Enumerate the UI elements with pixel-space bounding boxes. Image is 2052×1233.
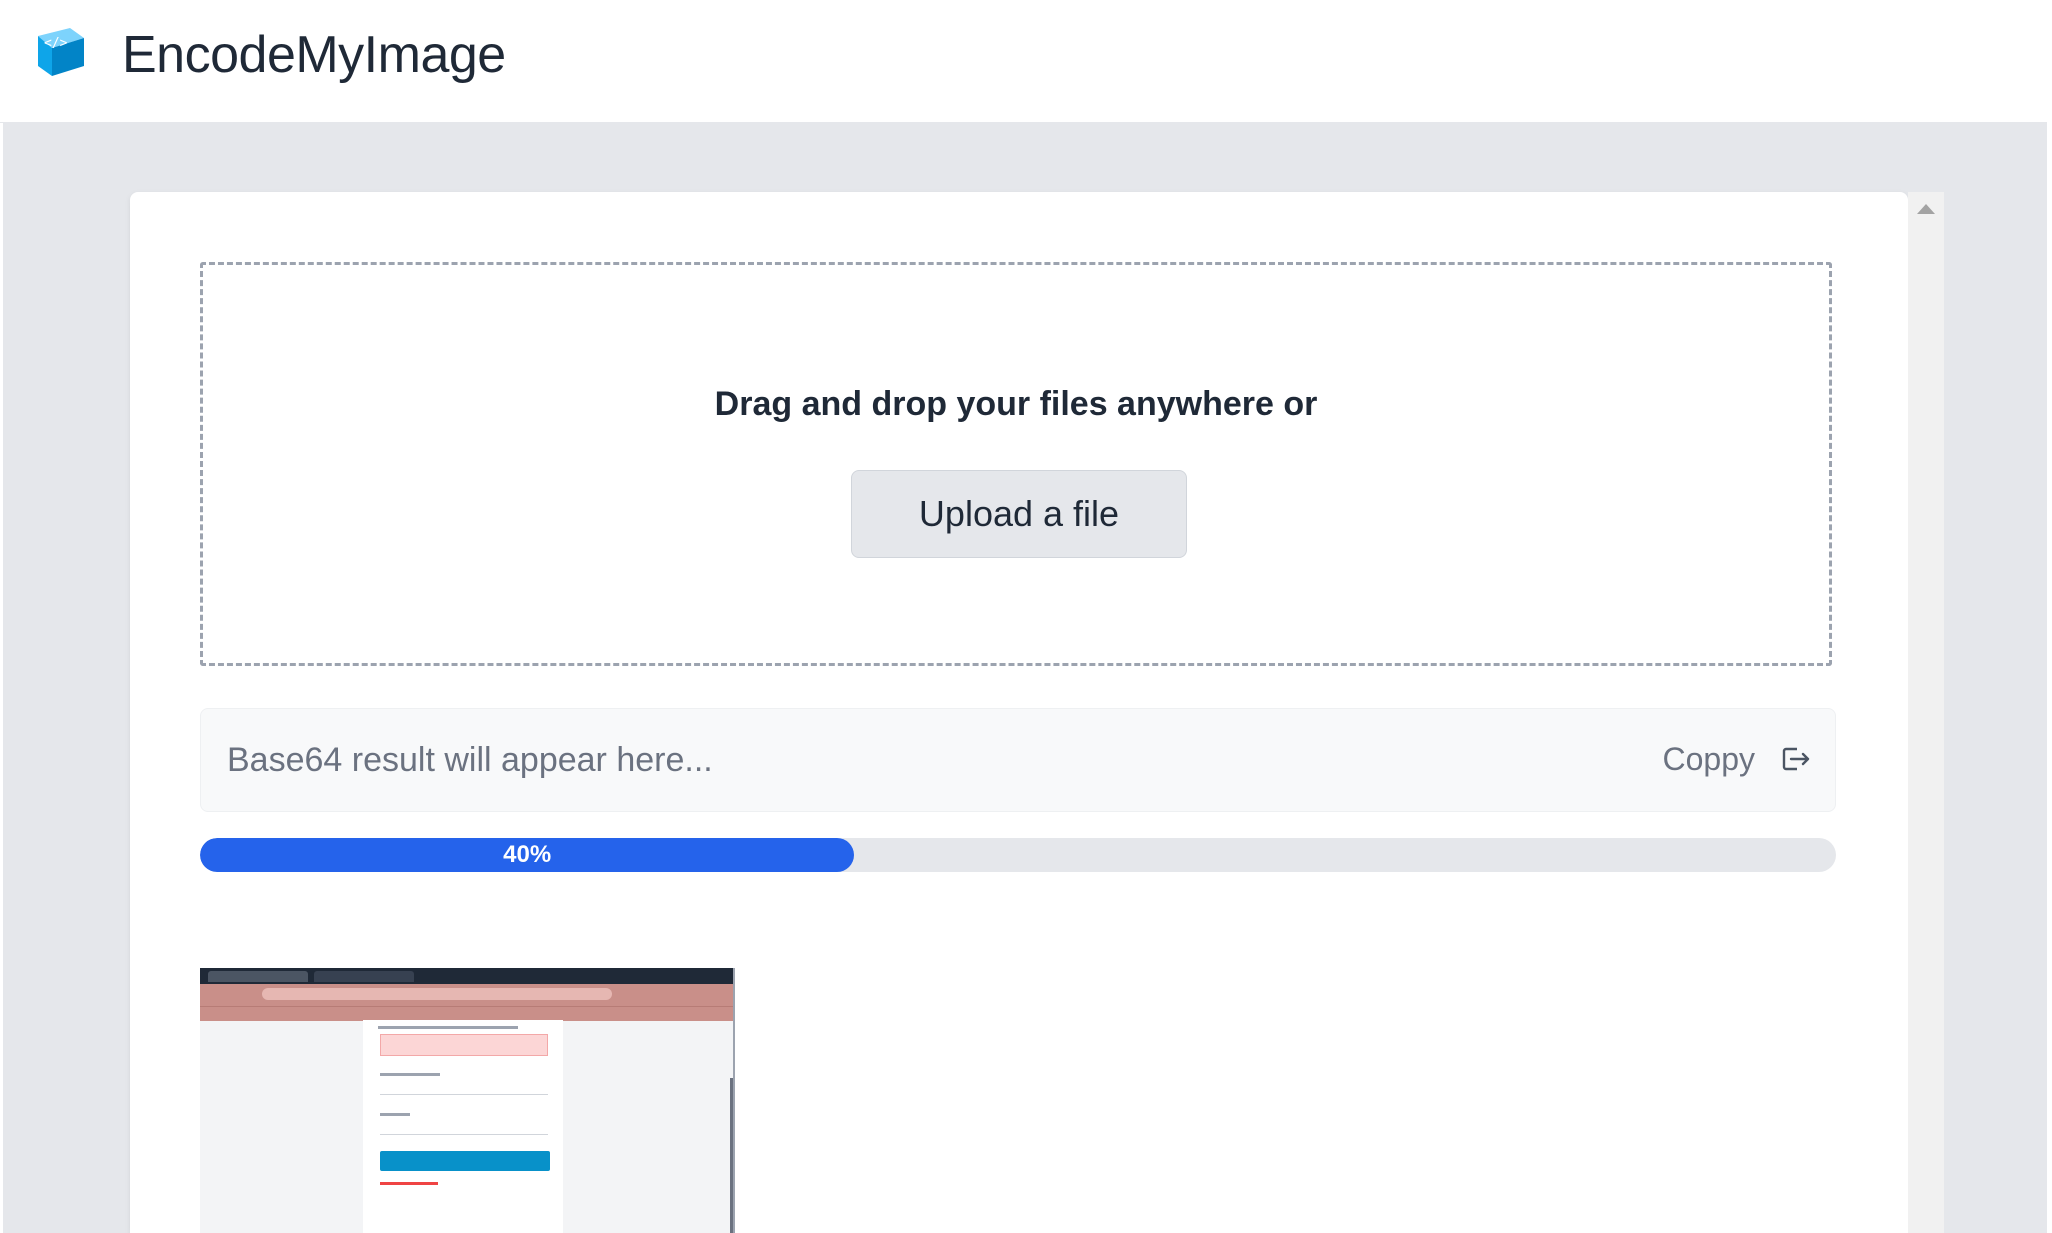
copy-icon: [1782, 747, 1810, 771]
app-title: EncodeMyImage: [122, 26, 506, 84]
copy-button[interactable]: Coppy: [1663, 735, 1812, 783]
encoder-card: Drag and drop your files anywhere or Upl…: [130, 192, 1908, 1233]
progress-label: 40%: [503, 841, 552, 868]
svg-text:</>: </>: [44, 36, 68, 51]
thumbnail-alert: [380, 1034, 548, 1056]
thumbnail-input: [380, 1080, 548, 1095]
thumbnail-text-line: [380, 1113, 410, 1116]
thumbnail-text-line: [378, 1026, 518, 1029]
page-frame-left: [0, 0, 3, 1233]
page-frame-right: [2047, 0, 2052, 1233]
scroll-up-arrow-icon[interactable]: [1917, 204, 1935, 214]
thumbnail-sign-in-button: [380, 1151, 550, 1171]
file-dropzone[interactable]: Drag and drop your files anywhere or Upl…: [200, 262, 1832, 666]
thumbnail-tab: [314, 971, 414, 982]
thumbnail-text-line: [380, 1073, 440, 1076]
thumbnail-link: [380, 1182, 438, 1185]
thumbnail-bookmarks-bar: [200, 1006, 733, 1021]
base64-result-placeholder: Base64 result will appear here...: [227, 741, 713, 779]
image-preview-thumbnail: [200, 968, 735, 1233]
page-scrollbar[interactable]: [1908, 192, 1944, 1233]
code-cube-icon: </>: [38, 28, 84, 76]
app-header: </> EncodeMyImage: [0, 0, 2052, 123]
upload-file-button[interactable]: Upload a file: [851, 470, 1187, 558]
base64-result-box[interactable]: Base64 result will appear here... Coppy: [200, 708, 1836, 812]
copy-button-label: Coppy: [1662, 740, 1756, 777]
progress-fill: 40%: [200, 838, 855, 872]
thumbnail-url: [262, 988, 612, 1000]
thumbnail-tab: [208, 971, 308, 982]
progress-bar: 40%: [200, 838, 1836, 872]
dropzone-prompt: Drag and drop your files anywhere or: [714, 385, 1318, 423]
thumbnail-scrollbar: [730, 1078, 733, 1233]
thumbnail-input: [380, 1120, 548, 1135]
thumbnail-tab-bar: [200, 968, 733, 984]
